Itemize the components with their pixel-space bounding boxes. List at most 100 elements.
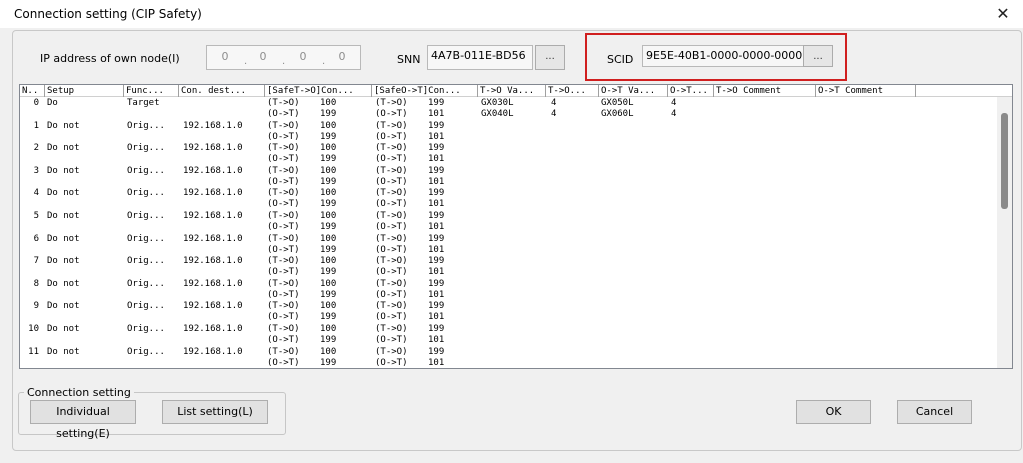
row-safe-t-o-direction-2: (O->T): [267, 176, 300, 187]
ip-octet-4[interactable]: 0: [334, 50, 350, 63]
row-safe-t-o-direction-1: (T->O): [267, 278, 300, 289]
row-safe-o-t-value-1: 199: [428, 98, 445, 108]
table-row[interactable]: 9 Do not Orig... 192.168.1.0 (T->O) 100 (O->T)…: [20, 301, 998, 324]
column-header-o-t-comment[interactable]: O->T Comment: [816, 85, 916, 97]
row-safe-o-t-value-1: 199: [428, 120, 445, 131]
column-header-no[interactable]: N..: [20, 85, 45, 97]
table-header: N.. Setup Func... Con. dest... [SafeT->O…: [20, 85, 1012, 97]
row-safe-o-t-direction-1: (T->O): [375, 211, 408, 221]
column-header-safe-o-t[interactable]: [SafeO->T]Con...: [372, 85, 478, 97]
row-safe-o-t-value-1: 199: [428, 301, 445, 312]
row-setup: Do not: [47, 188, 80, 199]
row-safe-t-o-value-2: 199: [320, 154, 337, 165]
row-destination: 192.168.1.0: [183, 233, 243, 244]
table-row[interactable]: 2 Do not Orig... 192.168.1.0 (T->O) 100 (O->T)…: [20, 143, 998, 166]
row-function: Orig...: [127, 233, 165, 244]
row-safe-o-t-direction-2: (O->T): [375, 357, 408, 368]
vertical-scrollbar[interactable]: [997, 97, 1012, 368]
snn-field[interactable]: 4A7B-011E-BD56: [427, 45, 533, 70]
row-safe-t-o-direction-2: (O->T): [267, 335, 300, 345]
row-destination: 192.168.1.0: [183, 324, 243, 334]
row-safe-t-o-value-1: 100: [320, 188, 337, 199]
row-safe-t-o-direction-1: (T->O): [267, 98, 300, 108]
row-safe-t-o-value-2: 199: [320, 357, 337, 368]
ip-octet-2[interactable]: 0: [255, 50, 271, 63]
row-safe-o-t-direction-2: (O->T): [375, 176, 408, 187]
row-function: Orig...: [127, 143, 165, 154]
close-icon[interactable]: ✕: [993, 4, 1013, 24]
table-row[interactable]: 0 Do Target (T->O) 100 (O->T) 199 (T->O) 199 (O->…: [20, 98, 998, 121]
row-number: 6: [33, 233, 39, 244]
connection-table[interactable]: N.. Setup Func... Con. dest... [SafeT->O…: [19, 84, 1013, 369]
row-safe-t-o-direction-1: (T->O): [267, 165, 300, 176]
row-safe-o-t-value-2: 101: [428, 335, 445, 345]
row-safe-o-t-value-2: 101: [428, 199, 445, 210]
column-header-t-o-size[interactable]: T->O...: [546, 85, 599, 97]
row-setup: Do not: [47, 346, 80, 357]
row-number: 1: [33, 120, 39, 131]
column-header-o-t-size[interactable]: O->T...: [668, 85, 714, 97]
row-function: Orig...: [127, 301, 165, 312]
table-row[interactable]: 1 Do not Orig... 192.168.1.0 (T->O) 100 (O->T)…: [20, 121, 998, 144]
ip-octet-3[interactable]: 0: [295, 50, 311, 63]
scrollbar-thumb[interactable]: [1001, 113, 1008, 209]
row-safe-o-t-value-2: 101: [428, 244, 445, 255]
ip-separator: .: [244, 56, 248, 67]
table-row[interactable]: 11 Do not Orig... 192.168.1.0 (T->O) 100 (O->T…: [20, 346, 998, 368]
table-row[interactable]: 6 Do not Orig... 192.168.1.0 (T->O) 100 (O->T)…: [20, 234, 998, 257]
row-function: Orig...: [127, 165, 165, 176]
row-safe-t-o-value-2: 199: [320, 267, 337, 278]
column-header-destination[interactable]: Con. dest...: [179, 85, 265, 97]
individual-setting-button[interactable]: Individual setting(E): [30, 400, 136, 440]
ip-address-input[interactable]: 0 . 0 . 0 . 0: [206, 45, 361, 70]
snn-browse-button[interactable]: ...: [535, 45, 565, 70]
table-row[interactable]: 4 Do not Orig... 192.168.1.0 (T->O) 100 (O->T)…: [20, 188, 998, 211]
table-row[interactable]: 5 Do not Orig... 192.168.1.0 (T->O) 100 (O->T)…: [20, 211, 998, 234]
row-safe-t-o-direction-1: (T->O): [267, 120, 300, 131]
row-safe-t-o-value-1: 100: [320, 256, 337, 267]
row-safe-t-o-direction-1: (T->O): [267, 233, 300, 244]
row-safe-t-o-direction-2: (O->T): [267, 109, 300, 119]
row-setup: Do: [47, 98, 58, 108]
row-safe-o-t-direction-2: (O->T): [375, 335, 408, 345]
row-destination: 192.168.1.0: [183, 143, 243, 154]
ok-button[interactable]: OK: [796, 400, 871, 424]
table-row[interactable]: 10 Do not Orig... 192.168.1.0 (T->O) 100 (O->T…: [20, 324, 998, 347]
column-header-o-t-variable[interactable]: O->T Va...: [599, 85, 668, 97]
row-setup: Do not: [47, 165, 80, 176]
scid-field[interactable]: 9E5E-40B1-0000-0000-0000: [642, 45, 804, 67]
table-row[interactable]: 7 Do not Orig... 192.168.1.0 (T->O) 100 (O->T)…: [20, 256, 998, 279]
table-row[interactable]: 3 Do not Orig... 192.168.1.0 (T->O) 100 (O->T)…: [20, 166, 998, 189]
column-header-function[interactable]: Func...: [124, 85, 179, 97]
row-destination: 192.168.1.0: [183, 301, 243, 312]
row-safe-o-t-direction-1: (T->O): [375, 324, 408, 334]
column-header-safe-t-o[interactable]: [SafeT->O]Con...: [265, 85, 372, 97]
row-function: Orig...: [127, 324, 165, 334]
column-header-t-o-variable[interactable]: T->O Va...: [478, 85, 546, 97]
ip-octet-1[interactable]: 0: [217, 50, 233, 63]
ip-separator: .: [322, 56, 326, 67]
row-safe-o-t-direction-2: (O->T): [375, 109, 408, 119]
row-safe-o-t-direction-2: (O->T): [375, 267, 408, 278]
row-safe-t-o-direction-1: (T->O): [267, 346, 300, 357]
row-safe-o-t-value-2: 101: [428, 176, 445, 187]
row-function: Orig...: [127, 188, 165, 199]
row-safe-o-t-direction-1: (T->O): [375, 98, 408, 108]
row-safe-o-t-value-2: 101: [428, 312, 445, 323]
table-row[interactable]: 8 Do not Orig... 192.168.1.0 (T->O) 100 (O->T)…: [20, 279, 998, 302]
column-header-setup[interactable]: Setup: [45, 85, 124, 97]
row-safe-o-t-value-1: 199: [428, 256, 445, 267]
row-safe-t-o-direction-1: (T->O): [267, 256, 300, 267]
scid-browse-button[interactable]: ...: [803, 45, 833, 67]
row-safe-t-o-direction-1: (T->O): [267, 211, 300, 221]
row-safe-t-o-direction-2: (O->T): [267, 154, 300, 165]
row-number: 2: [33, 143, 39, 154]
row-safe-t-o-direction-1: (T->O): [267, 301, 300, 312]
row-safe-t-o-value-2: 199: [320, 109, 337, 119]
column-header-t-o-comment[interactable]: T->O Comment: [714, 85, 816, 97]
cancel-button[interactable]: Cancel: [897, 400, 972, 424]
row-safe-t-o-value-1: 100: [320, 346, 337, 357]
row-function: Orig...: [127, 256, 165, 267]
row-safe-o-t-value-2: 101: [428, 154, 445, 165]
list-setting-button[interactable]: List setting(L): [162, 400, 268, 424]
